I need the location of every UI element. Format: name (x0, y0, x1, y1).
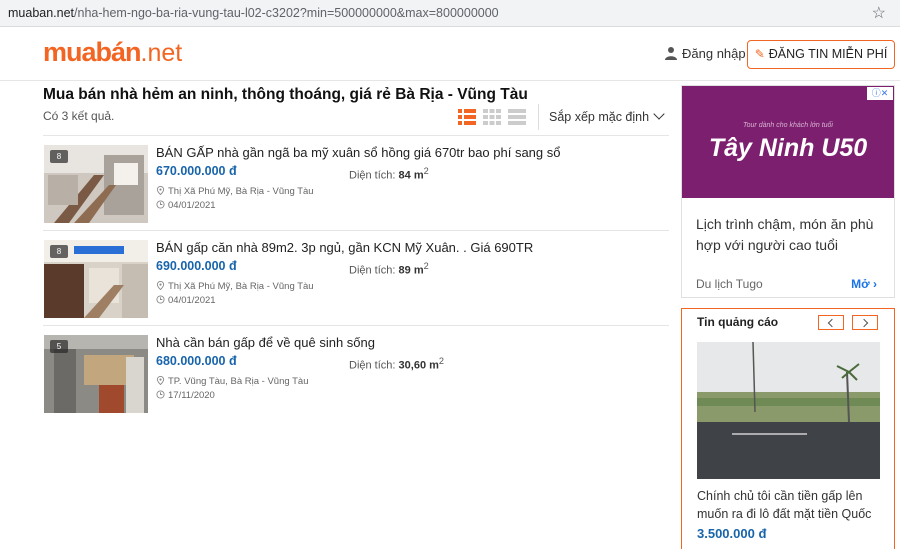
listing-area: Diện tích: 84 m2 (349, 166, 429, 182)
area-value: 89 m (398, 264, 424, 277)
listing-price: 690.000.000 đ (156, 259, 237, 273)
listing-photo[interactable]: 8 (44, 145, 148, 223)
date-text: 04/01/2021 (168, 295, 216, 306)
clock-icon (156, 295, 165, 304)
location-text: TP. Vũng Tàu, Bà Rịa - Vũng Tàu (168, 376, 309, 387)
area-label: Diện tích: (349, 359, 396, 372)
site-header: muabán.net Đăng nhập ✎ ĐĂNG TIN MIỄN PHÍ (0, 28, 900, 81)
location-pin-icon (156, 281, 165, 290)
logo-main-text: muabán (43, 37, 142, 67)
listing-location: TP. Vũng Tàu, Bà Rịa - Vũng Tàu (156, 376, 308, 387)
chevron-right-icon: › (873, 277, 877, 291)
area-label: Diện tích: (349, 169, 396, 182)
sort-label: Sắp xếp mặc định (549, 110, 650, 124)
listing-date: 04/01/2021 (156, 295, 216, 306)
post-free-ad-button[interactable]: ✎ ĐĂNG TIN MIỄN PHÍ (747, 40, 895, 69)
area-unit-sup: 2 (423, 166, 429, 176)
area-unit-sup: 2 (438, 356, 444, 366)
listing-location: Thị Xã Phú Mỹ, Bà Rịa - Vũng Tàu (156, 186, 314, 197)
ad-text[interactable]: Lịch trình chậm, món ăn phù hợp với ngườ… (696, 214, 888, 256)
promoted-listing-price: 3.500.000 đ (697, 526, 767, 541)
sort-divider (538, 104, 539, 130)
listing-item[interactable]: 8 BÁN gấp căn nhà 89m2. 3p ngủ, gần KCN … (43, 231, 669, 326)
clock-icon (156, 200, 165, 209)
listing-date: 17/11/2020 (156, 390, 215, 401)
carousel-prev-button[interactable] (818, 315, 844, 330)
bookmark-star-icon[interactable]: ☆ (872, 3, 886, 23)
area-value: 30,60 m (398, 359, 439, 372)
login-label: Đăng nhập (682, 46, 746, 61)
grid-view-icon[interactable] (483, 109, 501, 125)
promoted-listing-title[interactable]: Chính chủ tôi cần tiền gấp lên muốn ra đ… (697, 487, 887, 523)
url-domain: muaban.net (8, 6, 75, 20)
browser-url-bar[interactable]: muaban.net/nha-hem-ngo-ba-ria-vung-tau-l… (0, 0, 900, 27)
photo-count-badge: 8 (50, 245, 68, 258)
area-value: 84 m (398, 169, 424, 182)
clock-icon (156, 390, 165, 399)
listing-price: 670.000.000 đ (156, 164, 237, 178)
sponsored-ad[interactable]: ⓘ✕ Tour dành cho khách lớn tuổi Tây Ninh… (681, 85, 895, 298)
chevron-down-icon (653, 108, 665, 120)
carousel-next-button[interactable] (852, 315, 878, 330)
logo-suffix-text: .net (140, 39, 183, 67)
compact-view-icon[interactable] (508, 109, 526, 125)
area-label: Diện tích: (349, 264, 396, 277)
photo-count-badge: 8 (50, 150, 68, 163)
site-logo[interactable]: muabán.net (43, 37, 182, 68)
location-text: Thị Xã Phú Mỹ, Bà Rịa - Vũng Tàu (168, 281, 314, 292)
listing-item[interactable]: 8 BÁN GẤP nhà gần ngã ba mỹ xuân sổ hồng… (43, 136, 669, 231)
area-unit-sup: 2 (423, 261, 429, 271)
ad-brand: Tây Ninh U50 (708, 134, 868, 162)
ad-open-link[interactable]: Mở › (851, 277, 877, 291)
promoted-photo-image (697, 342, 880, 479)
listing-area: Diện tích: 30,60 m2 (349, 356, 444, 372)
sort-dropdown[interactable]: Sắp xếp mặc định (549, 108, 665, 124)
location-pin-icon (156, 376, 165, 385)
listing-area: Diện tích: 89 m2 (349, 261, 429, 277)
listing-price: 680.000.000 đ (156, 354, 237, 368)
url-text[interactable]: muaban.net/nha-hem-ngo-ba-ria-vung-tau-l… (8, 6, 499, 20)
date-text: 04/01/2021 (168, 200, 216, 211)
location-pin-icon (156, 186, 165, 195)
promoted-listing-photo[interactable] (697, 342, 880, 479)
adchoices-icon[interactable]: ⓘ✕ (867, 87, 893, 100)
listing-title[interactable]: Nhà cần bán gấp để về quê sinh sống (156, 335, 375, 350)
listing-title[interactable]: BÁN gấp căn nhà 89m2. 3p ngủ, gần KCN Mỹ… (156, 240, 533, 255)
ad-source: Du lịch Tugo (696, 277, 763, 291)
listing-date: 04/01/2021 (156, 200, 216, 211)
url-path: /nha-hem-ngo-ba-ria-vung-tau-l02-c3202?m… (74, 6, 499, 20)
promoted-listings-box: Tin quảng cáo Chính chủ tôi cần tiền gấp… (681, 308, 895, 549)
ad-tagline: Tour dành cho khách lớn tuổi (743, 122, 833, 129)
list-view-icon[interactable] (458, 109, 476, 125)
date-text: 17/11/2020 (168, 390, 215, 401)
listing-location: Thị Xã Phú Mỹ, Bà Rịa - Vũng Tàu (156, 281, 314, 292)
post-button-label: ĐĂNG TIN MIỄN PHÍ (768, 47, 888, 61)
page-title: Mua bán nhà hẻm an ninh, thông thoáng, g… (43, 86, 528, 103)
photo-count-badge: 5 (50, 340, 68, 353)
location-text: Thị Xã Phú Mỹ, Bà Rịa - Vũng Tàu (168, 186, 314, 197)
user-icon (665, 47, 677, 60)
result-count: Có 3 kết quả. (43, 109, 115, 123)
listing-item[interactable]: 5 Nhà cần bán gấp để về quê sinh sống 68… (43, 326, 669, 421)
pencil-icon: ✎ (754, 47, 765, 61)
promoted-box-title: Tin quảng cáo (697, 315, 779, 329)
ad-open-label: Mở (851, 277, 870, 291)
listing-title[interactable]: BÁN GẤP nhà gần ngã ba mỹ xuân sổ hồng g… (156, 145, 561, 160)
listing-photo[interactable]: 5 (44, 335, 148, 413)
listing-photo[interactable]: 8 (44, 240, 148, 318)
ad-banner[interactable]: ⓘ✕ Tour dành cho khách lớn tuổi Tây Ninh… (682, 86, 894, 198)
login-link[interactable]: Đăng nhập (664, 46, 746, 61)
